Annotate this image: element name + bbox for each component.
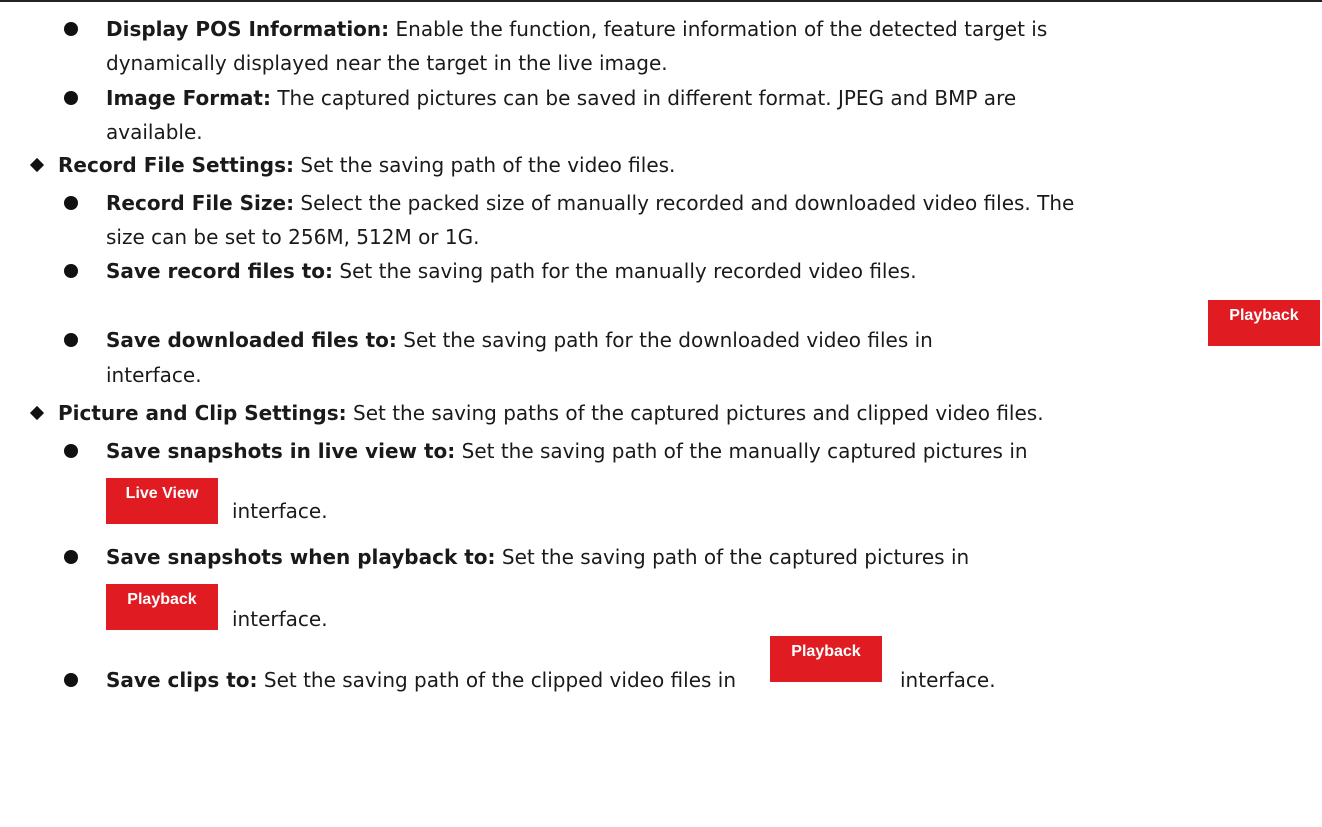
bullet-dot-icon [64, 91, 78, 105]
list-item-continuation: dynamically displayed near the target in… [106, 48, 668, 78]
item-term: Record File Settings: [58, 153, 295, 177]
playback-button[interactable]: Playback [1208, 300, 1320, 346]
item-text: Set the saving path of the captured pict… [495, 545, 970, 569]
list-item: Record File Size: Select the packed size… [106, 188, 1074, 218]
item-text: Set the saving path of the clipped video… [257, 668, 737, 692]
item-text: The captured pictures can be saved in di… [270, 86, 1017, 110]
playback-button[interactable]: Playback [770, 636, 882, 682]
item-term: Record File Size: [106, 191, 295, 215]
item-text: dynamically displayed near the target in… [106, 51, 668, 75]
list-item: Save snapshots when playback to: Set the… [106, 542, 969, 572]
item-text: interface. [106, 363, 202, 387]
list-item: Display POS Information: Enable the func… [106, 14, 1047, 44]
list-item: Image Format: The captured pictures can … [106, 83, 1016, 113]
item-term: Picture and Clip Settings: [58, 401, 347, 425]
item-term: Display POS Information: [106, 17, 390, 41]
item-text: interface. [900, 668, 996, 692]
list-item-continuation: interface. [232, 604, 328, 634]
item-term: Save snapshots in live view to: [106, 439, 456, 463]
list-item-continuation: size can be set to 256M, 512M or 1G. [106, 222, 479, 252]
list-item: Save record files to: Set the saving pat… [106, 256, 917, 286]
item-text: interface. [232, 499, 328, 523]
bullet-dot-icon [64, 550, 78, 564]
list-item-trailing-text: interface. [900, 665, 996, 695]
live-view-button[interactable]: Live View [106, 478, 218, 524]
item-term: Image Format: [106, 86, 271, 110]
bullet-dot-icon [64, 264, 78, 278]
item-text: available. [106, 120, 203, 144]
bullet-dot-icon [64, 333, 78, 347]
bullet-diamond-icon [29, 157, 45, 173]
item-text: Set the saving path of the video files. [294, 153, 676, 177]
list-item-continuation: interface. [232, 496, 328, 526]
bullet-dot-icon [64, 196, 78, 210]
item-text: Set the saving path of the manually capt… [455, 439, 1028, 463]
bullet-diamond-icon [29, 405, 45, 421]
playback-button[interactable]: Playback [106, 584, 218, 630]
item-text: size can be set to 256M, 512M or 1G. [106, 225, 480, 249]
list-item: Save downloaded files to: Set the saving… [106, 325, 933, 355]
item-text: Enable the function, feature information… [389, 17, 1048, 41]
list-item-continuation: interface. [106, 360, 202, 390]
bullet-dot-icon [64, 22, 78, 36]
item-text: Select the packed size of manually recor… [294, 191, 1075, 215]
item-term: Save snapshots when playback to: [106, 545, 496, 569]
item-text: interface. [232, 607, 328, 631]
bullet-dot-icon [64, 444, 78, 458]
item-term: Save downloaded files to: [106, 328, 397, 352]
list-item: Picture and Clip Settings: Set the savin… [58, 398, 1044, 428]
bullet-dot-icon [64, 673, 78, 687]
list-item: Save snapshots in live view to: Set the … [106, 436, 1028, 466]
item-text: Set the saving path for the downloaded v… [396, 328, 933, 352]
top-rule [0, 0, 1322, 2]
list-item: Save clips to: Set the saving path of th… [106, 665, 736, 695]
item-term: Save clips to: [106, 668, 258, 692]
item-term: Save record files to: [106, 259, 334, 283]
item-text: Set the saving paths of the captured pic… [346, 401, 1044, 425]
list-item-continuation: available. [106, 117, 203, 147]
list-item: Record File Settings: Set the saving pat… [58, 150, 675, 180]
item-text: Set the saving path for the manually rec… [333, 259, 917, 283]
